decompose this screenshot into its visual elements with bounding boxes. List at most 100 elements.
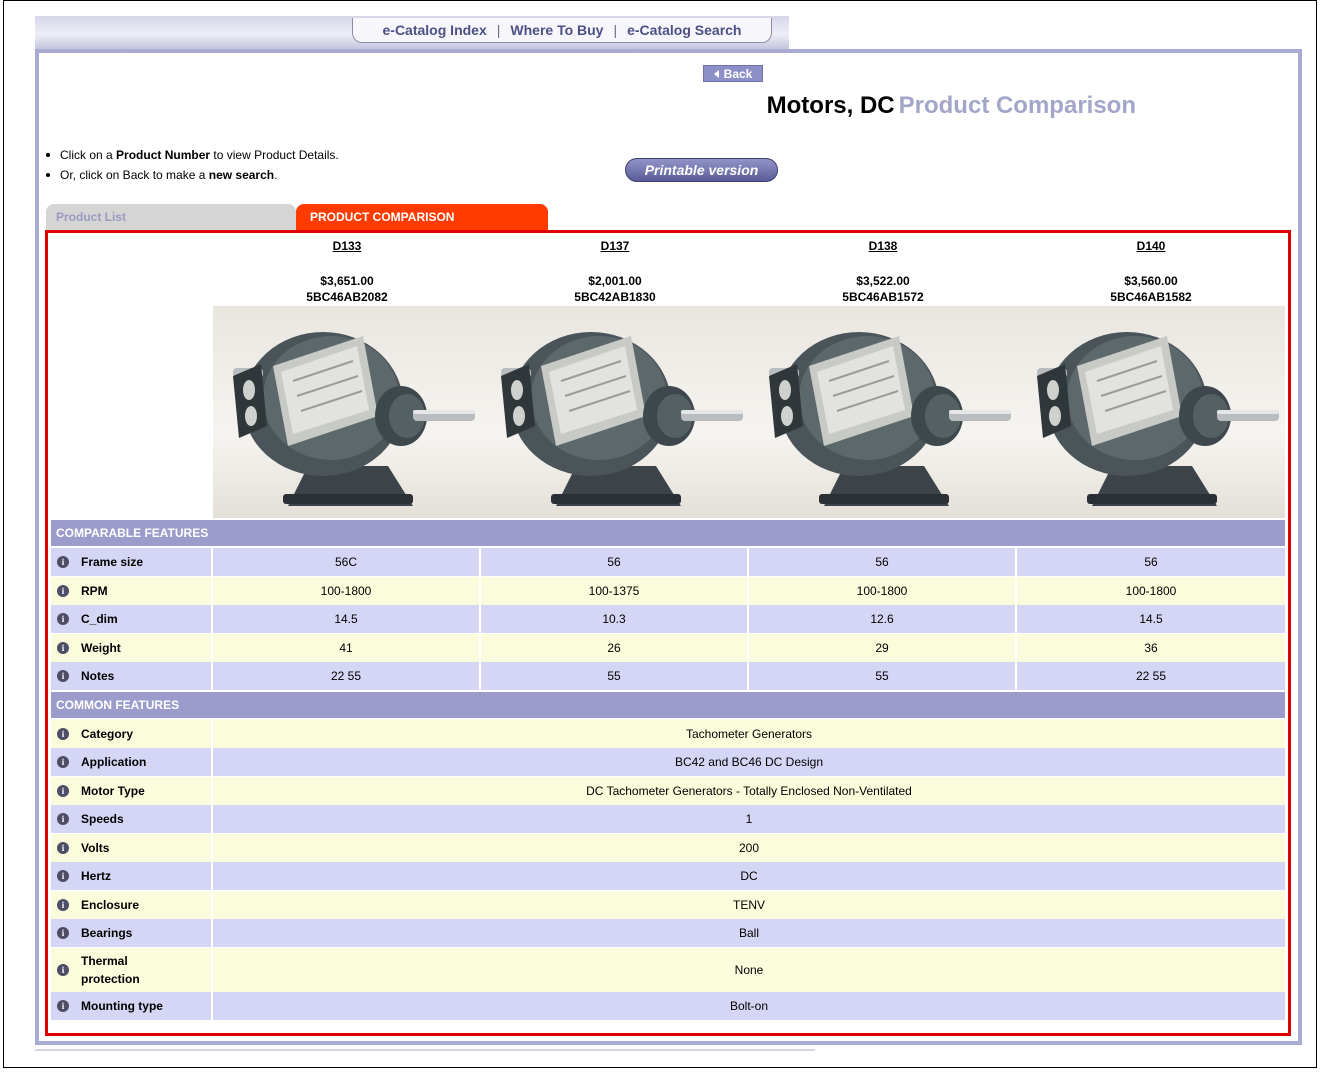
common-row-volts: i Volts 200 (51, 834, 1285, 862)
feature-value: 56 (481, 548, 749, 576)
instruction-text: to view Product Details. (210, 148, 339, 162)
comparable-features-header: COMPARABLE FEATURES (51, 520, 1285, 546)
feature-label-text: Application (81, 755, 147, 769)
product-image[interactable] (213, 306, 481, 518)
feature-label-text: Speeds (81, 812, 124, 826)
feature-value: DC Tachometer Generators - Totally Enclo… (213, 777, 1285, 805)
page-title-sub: Product Comparison (898, 92, 1136, 119)
feature-label: i Motor Type (51, 777, 213, 805)
nav-separator: | (496, 22, 501, 38)
tab-product-list[interactable]: Product List (46, 204, 296, 230)
nav-where-to-buy[interactable]: Where To Buy (510, 22, 603, 38)
nav-ecatalog-search[interactable]: e-Catalog Search (627, 22, 741, 38)
instruction-bold: Product Number (116, 148, 211, 162)
product-sku: 5BC42AB1830 (574, 290, 656, 304)
feature-value: 14.5 (213, 605, 481, 633)
feature-label: i Notes (51, 662, 213, 690)
instruction-text: Or, click on Back to make a (60, 168, 209, 182)
common-row-thermal-protection: i Thermal protection None (51, 948, 1285, 992)
feature-label-text: Category (81, 727, 134, 741)
info-icon[interactable]: i (57, 964, 69, 976)
feature-label: i C_dim (51, 605, 213, 633)
feature-value: 56 (749, 548, 1017, 576)
comparable-row-frame-size: i Frame size 56C 56 56 56 (51, 548, 1285, 576)
feature-label: i Thermal protection (51, 948, 213, 992)
feature-value: None (213, 948, 1285, 992)
feature-label-text: Bearings (81, 926, 133, 940)
product-header: D138 $3,522.00 5BC46AB1572 (749, 233, 1017, 304)
product-header: D137 $2,001.00 5BC42AB1830 (481, 233, 749, 304)
product-price: $3,522.00 (856, 274, 910, 288)
product-image[interactable] (1017, 306, 1285, 518)
info-icon[interactable]: i (57, 842, 69, 854)
feature-value: 100-1800 (749, 577, 1017, 605)
instruction-bold: new search (208, 168, 275, 182)
feature-label: i Volts (51, 834, 213, 862)
feature-value: 10.3 (481, 605, 749, 633)
feature-value: 1 (213, 805, 1285, 833)
feature-label: i Enclosure (51, 891, 213, 919)
feature-value: 12.6 (749, 605, 1017, 633)
nav-separator: | (613, 22, 618, 38)
info-icon[interactable]: i (57, 728, 69, 740)
info-icon[interactable]: i (57, 785, 69, 797)
feature-value: 14.5 (1017, 605, 1285, 633)
feature-value: DC (213, 862, 1285, 890)
product-number-link[interactable]: D138 (749, 239, 1017, 253)
nav-ecatalog-index[interactable]: e-Catalog Index (383, 22, 487, 38)
product-price: $3,651.00 (320, 274, 374, 288)
top-nav: e-Catalog Index | Where To Buy | e-Catal… (352, 18, 772, 43)
comparable-row-c-dim: i C_dim 14.5 10.3 12.6 14.5 (51, 605, 1285, 633)
feature-value: TENV (213, 891, 1285, 919)
info-icon[interactable]: i (57, 642, 69, 654)
product-image[interactable] (481, 306, 749, 518)
feature-label-text: C_dim (81, 612, 118, 626)
product-image[interactable] (749, 306, 1017, 518)
back-arrow-icon (713, 69, 719, 78)
instruction-text: Click on a (60, 148, 117, 162)
info-icon[interactable]: i (57, 927, 69, 939)
product-price: $2,001.00 (588, 274, 642, 288)
comparable-row-notes: i Notes 22 55 55 55 22 55 (51, 662, 1285, 690)
info-icon[interactable]: i (57, 756, 69, 768)
feature-value: 100-1800 (213, 577, 481, 605)
feature-label: i Application (51, 748, 213, 776)
feature-value: 55 (749, 662, 1017, 690)
info-icon[interactable]: i (57, 899, 69, 911)
feature-label: i Weight (51, 634, 213, 662)
info-icon[interactable]: i (57, 585, 69, 597)
back-button[interactable]: Back (703, 65, 763, 82)
feature-value: 29 (749, 634, 1017, 662)
feature-label: i Speeds (51, 805, 213, 833)
info-icon[interactable]: i (57, 613, 69, 625)
feature-label-text: Thermal protection (81, 954, 140, 986)
printable-version-button[interactable]: Printable version (625, 158, 778, 182)
info-icon[interactable]: i (57, 813, 69, 825)
info-icon[interactable]: i (57, 556, 69, 568)
feature-label-text: RPM (81, 584, 108, 598)
product-number-link[interactable]: D137 (481, 239, 749, 253)
feature-label: i Frame size (51, 548, 213, 576)
feature-value: 100-1800 (1017, 577, 1285, 605)
feature-label-text: Notes (81, 669, 115, 683)
feature-label-text: Enclosure (81, 898, 140, 912)
info-icon[interactable]: i (57, 1000, 69, 1012)
feature-label-text: Motor Type (81, 784, 145, 798)
common-row-hertz: i Hertz DC (51, 862, 1285, 890)
common-row-motor-type: i Motor Type DC Tachometer Generators - T… (51, 777, 1285, 805)
common-row-enclosure: i Enclosure TENV (51, 891, 1285, 919)
page-title-main: Motors, DC (766, 92, 895, 119)
info-icon[interactable]: i (57, 670, 69, 682)
feature-value: 56C (213, 548, 481, 576)
feature-value: BC42 and BC46 DC Design (213, 748, 1285, 776)
product-number-link[interactable]: D133 (213, 239, 481, 253)
common-features-header: COMMON FEATURES (51, 692, 1285, 718)
product-number-link[interactable]: D140 (1017, 239, 1285, 253)
tab-product-comparison[interactable]: PRODUCT COMPARISON (296, 204, 548, 230)
product-sku: 5BC46AB1572 (842, 290, 924, 304)
product-price: $3,560.00 (1124, 274, 1178, 288)
product-header: D133 $3,651.00 5BC46AB2082 (213, 233, 481, 304)
feature-value: 200 (213, 834, 1285, 862)
instructions: Click on a Product Number to view Produc… (46, 145, 339, 185)
info-icon[interactable]: i (57, 870, 69, 882)
